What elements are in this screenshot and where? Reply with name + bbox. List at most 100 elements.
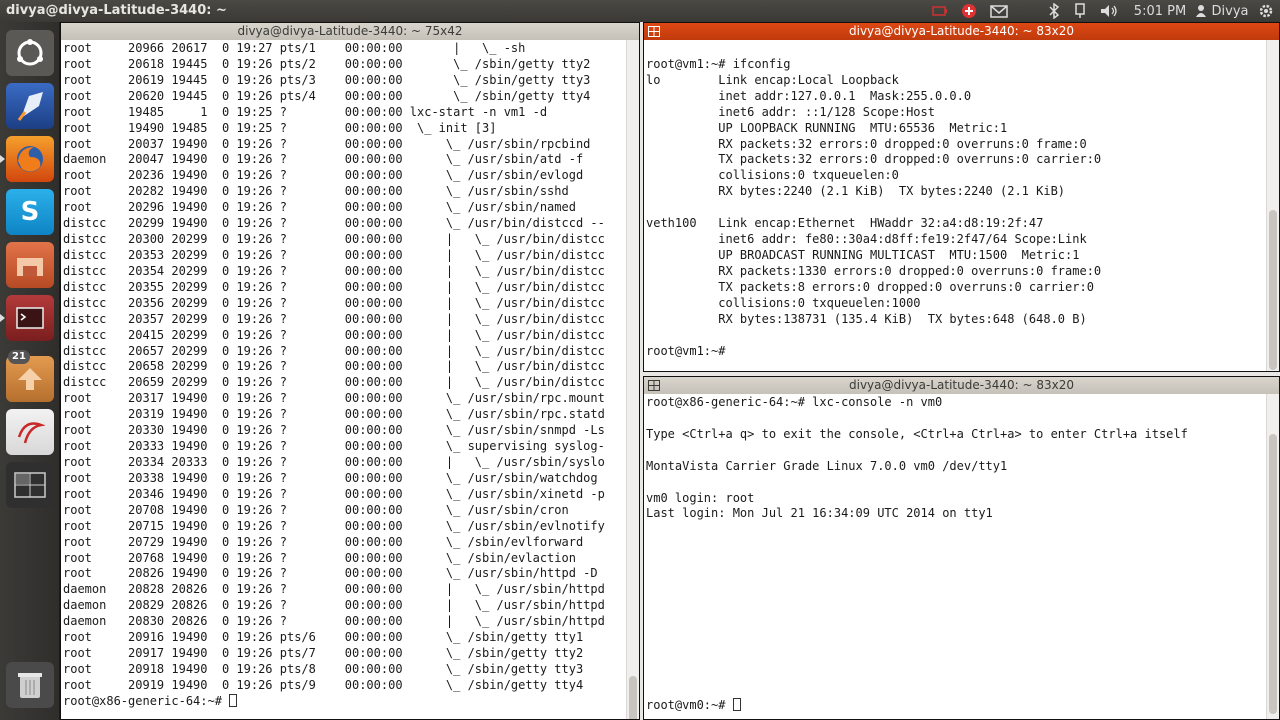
trash-icon[interactable] bbox=[6, 662, 54, 708]
terminal-window-left[interactable]: divya@divya-Latitude-3440: ~ 75x42 root … bbox=[60, 22, 640, 720]
terminal-titlebar[interactable]: divya@divya-Latitude-3440: ~ 75x42 bbox=[61, 23, 639, 40]
terminal-line: root 20330 19490 0 19:26 ? 00:00:00 \_ /… bbox=[63, 423, 605, 438]
terminal-output[interactable]: root 20966 20617 0 19:27 pts/1 00:00:00 … bbox=[61, 40, 625, 719]
terminal-line: veth100 Link encap:Ethernet HWaddr 32:a4… bbox=[646, 216, 1044, 231]
terminal-title: divya@divya-Latitude-3440: ~ 83x20 bbox=[849, 378, 1074, 392]
terminal-line: root@vm1:~# bbox=[646, 343, 733, 358]
terminal-line: root 20317 19490 0 19:26 ? 00:00:00 \_ /… bbox=[63, 391, 605, 406]
terminal-prompt-line[interactable]: root@vm0:~# bbox=[646, 697, 1265, 714]
software-updater-icon[interactable]: 21 bbox=[6, 350, 54, 402]
terminal-line: UP BROADCAST RUNNING MULTICAST MTU:1500 … bbox=[646, 247, 1080, 262]
volume-icon[interactable] bbox=[1098, 2, 1120, 20]
bluetooth-icon[interactable] bbox=[1044, 2, 1064, 20]
terminal-line: root 20619 19445 0 19:26 pts/3 00:00:00 … bbox=[63, 72, 591, 87]
keyboard-icon[interactable] bbox=[1070, 2, 1090, 20]
terminal-line: root 20919 19490 0 19:26 pts/9 00:00:00 … bbox=[63, 677, 584, 692]
workspace-switcher-icon[interactable] bbox=[6, 462, 54, 508]
shell-prompt: root@x86-generic-64:~# bbox=[63, 693, 230, 708]
terminal-line: daemon 20829 20826 0 19:26 ? 00:00:00 | … bbox=[63, 598, 605, 613]
rocket-app-icon[interactable] bbox=[6, 83, 54, 129]
terminal-line: Type <Ctrl+a q> to exit the console, <Ct… bbox=[646, 426, 1188, 441]
scrollbar[interactable] bbox=[1266, 394, 1279, 719]
terminal-window-top-right[interactable]: divya@divya-Latitude-3440: ~ 83x20 root@… bbox=[643, 22, 1280, 372]
terminal-line: root 20296 19490 0 19:26 ? 00:00:00 \_ /… bbox=[63, 200, 576, 215]
clock[interactable]: 5:01 PM bbox=[1133, 2, 1187, 20]
skype-icon[interactable]: S bbox=[6, 189, 54, 235]
terminal-line: distcc 20355 20299 0 19:26 ? 00:00:00 | … bbox=[63, 279, 605, 294]
scrollbar[interactable] bbox=[626, 40, 639, 719]
terminal-output[interactable]: root@x86-generic-64:~# lxc-console -n vm… bbox=[644, 394, 1265, 719]
terminal-line: root 20236 19490 0 19:26 ? 00:00:00 \_ /… bbox=[63, 168, 584, 183]
scroll-thumb[interactable] bbox=[1269, 434, 1277, 714]
mail-icon[interactable] bbox=[988, 2, 1010, 20]
terminal-app-icon[interactable] bbox=[0, 295, 54, 341]
terminal-line: root 20917 19490 0 19:26 pts/7 00:00:00 … bbox=[63, 646, 584, 661]
terminal-line: root 20334 20333 0 19:26 ? 00:00:00 | \_… bbox=[63, 454, 605, 469]
terminal-line: root 19485 1 0 19:25 ? 00:00:00 lxc-star… bbox=[63, 104, 548, 119]
terminal-line: RX packets:32 errors:0 dropped:0 overrun… bbox=[646, 136, 1087, 151]
terminal-line: Last login: Mon Jul 21 16:34:09 UTC 2014… bbox=[646, 506, 993, 521]
files-home-icon[interactable] bbox=[6, 242, 54, 288]
terminal-line: root 20768 19490 0 19:26 ? 00:00:00 \_ /… bbox=[63, 550, 576, 565]
scroll-thumb[interactable] bbox=[1269, 210, 1277, 370]
terminal-line: lo Link encap:Local Loopback bbox=[646, 72, 899, 87]
update-count-badge: 21 bbox=[8, 350, 30, 364]
terminal-line: RX bytes:138731 (135.4 KiB) TX bytes:648… bbox=[646, 311, 1087, 326]
scroll-thumb[interactable] bbox=[629, 676, 637, 719]
terminal-line: daemon 20047 19490 0 19:26 ? 00:00:00 \_… bbox=[63, 152, 584, 167]
terminal-line: root 20338 19490 0 19:26 ? 00:00:00 \_ /… bbox=[63, 470, 598, 485]
battery-icon[interactable] bbox=[930, 2, 950, 20]
terminal-titlebar[interactable]: divya@divya-Latitude-3440: ~ 83x20 bbox=[644, 23, 1279, 40]
terminal-line: root 20346 19490 0 19:26 ? 00:00:00 \_ /… bbox=[63, 486, 605, 501]
terminal-line: TX packets:8 errors:0 dropped:0 overruns… bbox=[646, 279, 1094, 294]
network-icon[interactable] bbox=[958, 2, 980, 20]
terminal-line: inet6 addr: fe80::30a4:d8ff:fe19:2f47/64… bbox=[646, 232, 1087, 247]
terminal-line: root 20618 19445 0 19:26 pts/2 00:00:00 … bbox=[63, 56, 591, 71]
terminal-line: UP LOOPBACK RUNNING MTU:65536 Metric:1 bbox=[646, 120, 1008, 135]
user-icon bbox=[1194, 2, 1208, 20]
split-pane-icon[interactable] bbox=[648, 380, 660, 391]
power-gear-icon[interactable] bbox=[1256, 2, 1276, 20]
terminal-line: root 20966 20617 0 19:27 pts/1 00:00:00 … bbox=[63, 41, 526, 55]
text-cursor bbox=[229, 693, 238, 707]
shell-prompt: root@vm0:~# bbox=[646, 697, 733, 712]
terminal-line: distcc 20659 20299 0 19:26 ? 00:00:00 | … bbox=[63, 375, 605, 390]
document-app-icon[interactable] bbox=[6, 409, 54, 455]
terminal-output[interactable]: root@vm1:~# ifconfig lo Link encap:Local … bbox=[644, 40, 1265, 371]
terminal-window-bottom-right[interactable]: divya@divya-Latitude-3440: ~ 83x20 root@… bbox=[643, 376, 1280, 720]
terminal-line: root 20620 19445 0 19:26 pts/4 00:00:00 … bbox=[63, 88, 591, 103]
terminal-line: distcc 20354 20299 0 19:26 ? 00:00:00 | … bbox=[63, 263, 605, 278]
terminal-line: root 20916 19490 0 19:26 pts/6 00:00:00 … bbox=[63, 630, 584, 645]
terminal-line: inet6 addr: ::1/128 Scope:Host bbox=[646, 104, 935, 119]
terminal-line: daemon 20828 20826 0 19:26 ? 00:00:00 | … bbox=[63, 582, 605, 597]
terminal-line: root 20729 19490 0 19:26 ? 00:00:00 \_ /… bbox=[63, 534, 584, 549]
terminal-line: distcc 20415 20299 0 19:26 ? 00:00:00 | … bbox=[63, 327, 605, 342]
terminal-line: root 20037 19490 0 19:26 ? 00:00:00 \_ /… bbox=[63, 136, 591, 151]
dash-home-icon[interactable] bbox=[6, 30, 54, 76]
terminal-line: distcc 20356 20299 0 19:26 ? 00:00:00 | … bbox=[63, 295, 605, 310]
terminal-line: root 20715 19490 0 19:26 ? 00:00:00 \_ /… bbox=[63, 518, 605, 533]
terminal-prompt-line[interactable]: root@x86-generic-64:~# bbox=[63, 693, 625, 710]
split-pane-icon[interactable] bbox=[648, 26, 660, 37]
terminal-line: root 20708 19490 0 19:26 ? 00:00:00 \_ /… bbox=[63, 502, 569, 517]
terminal-line: distcc 20300 20299 0 19:26 ? 00:00:00 | … bbox=[63, 232, 605, 247]
terminal-line: root 20826 19490 0 19:26 ? 00:00:00 \_ /… bbox=[63, 566, 598, 581]
terminal-line: TX packets:32 errors:0 dropped:0 overrun… bbox=[646, 152, 1102, 167]
terminal-line: RX bytes:2240 (2.1 KiB) TX bytes:2240 (2… bbox=[646, 184, 1066, 199]
firefox-icon[interactable] bbox=[0, 136, 54, 182]
scrollbar[interactable] bbox=[1266, 40, 1279, 371]
user-name[interactable]: Divya bbox=[1210, 2, 1250, 20]
terminal-titlebar[interactable]: divya@divya-Latitude-3440: ~ 83x20 bbox=[644, 377, 1279, 394]
terminal-line: RX packets:1330 errors:0 dropped:0 overr… bbox=[646, 263, 1102, 278]
terminal-line: daemon 20830 20826 0 19:26 ? 00:00:00 | … bbox=[63, 614, 605, 629]
